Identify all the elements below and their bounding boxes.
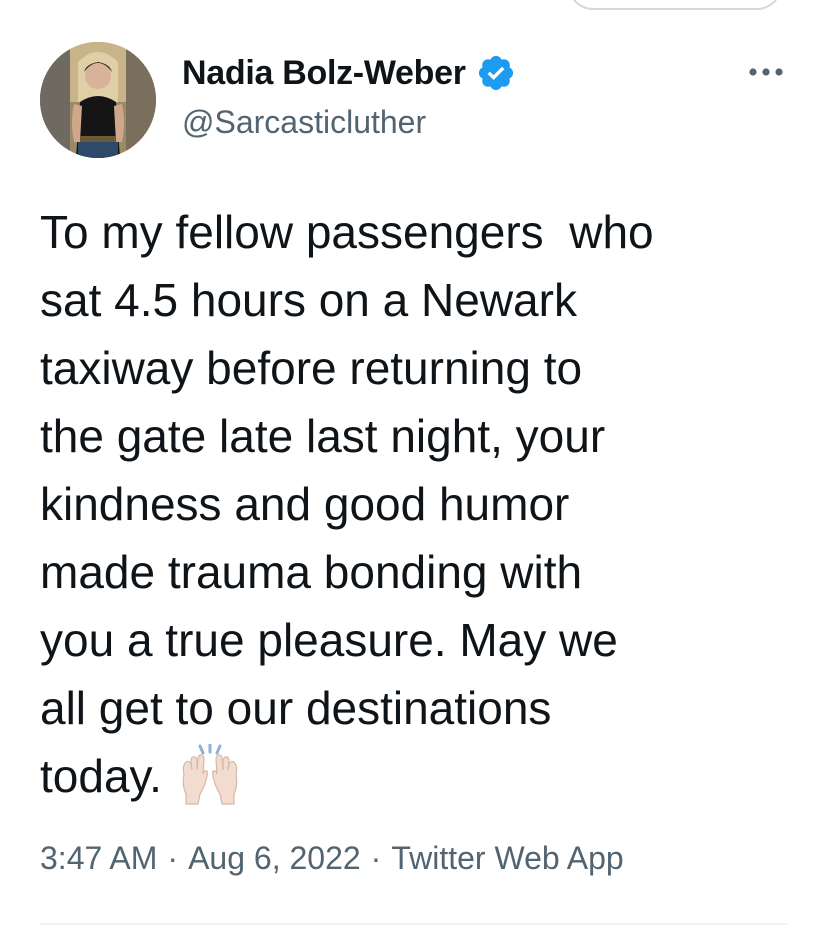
author-block[interactable]: Nadia Bolz-Weber @Sarcasticluther bbox=[182, 50, 516, 141]
tweet-line: you a true pleasure. May we bbox=[40, 614, 618, 666]
display-name[interactable]: Nadia Bolz-Weber bbox=[182, 54, 466, 93]
tweet-line: made trauma bonding with bbox=[40, 546, 583, 598]
raising-hands-icon bbox=[176, 742, 244, 806]
tweet-line: kindness and good humor bbox=[40, 478, 570, 530]
more-options-icon bbox=[749, 68, 783, 76]
tweet-line: the gate late last night, your bbox=[40, 410, 606, 462]
tweet-time[interactable]: 3:47 AM bbox=[40, 840, 157, 876]
tweet-line: sat 4.5 hours on a Newark bbox=[40, 274, 577, 326]
tweet-date[interactable]: Aug 6, 2022 bbox=[188, 840, 361, 876]
name-row: Nadia Bolz-Weber bbox=[182, 50, 516, 96]
tweet-text: To my fellow passengers who sat 4.5 hour… bbox=[40, 198, 800, 810]
tweet-line: To my fellow passengers who bbox=[40, 206, 654, 258]
divider bbox=[40, 923, 788, 925]
tweet-source[interactable]: Twitter Web App bbox=[391, 840, 623, 876]
meta-separator: · bbox=[167, 840, 179, 876]
top-pill-button[interactable] bbox=[568, 0, 782, 10]
avatar[interactable] bbox=[40, 42, 156, 158]
meta-separator: · bbox=[370, 840, 382, 876]
more-options-button[interactable] bbox=[742, 56, 790, 88]
tweet-line: taxiway before returning to bbox=[40, 342, 583, 394]
verified-badge-icon bbox=[476, 53, 516, 93]
avatar-image bbox=[40, 42, 156, 158]
tweet-line: all get to our destinations bbox=[40, 682, 552, 734]
tweet-line: today. bbox=[40, 750, 162, 802]
tweet-meta: 3:47 AM · Aug 6, 2022 · Twitter Web App bbox=[40, 840, 624, 877]
handle[interactable]: @Sarcasticluther bbox=[182, 104, 516, 141]
